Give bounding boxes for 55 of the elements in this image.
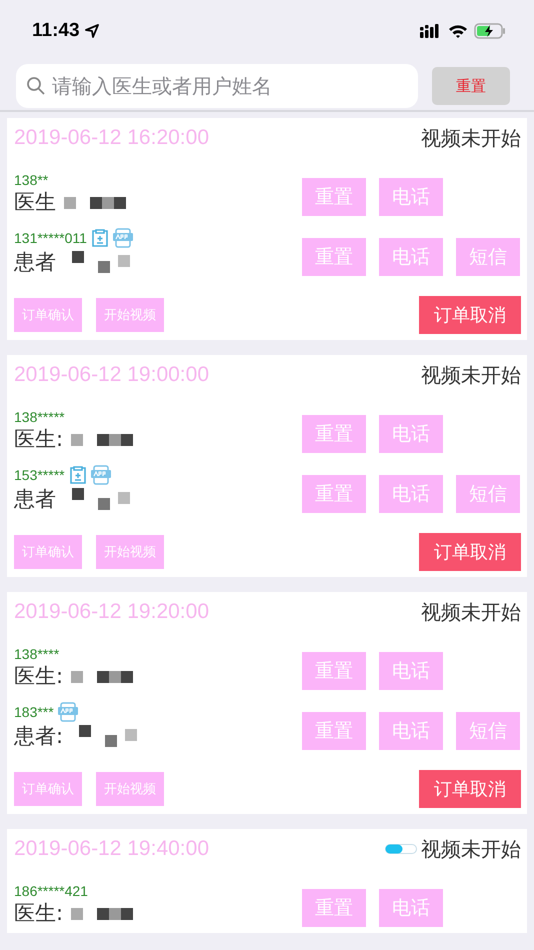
doctor-phone: 186*****421: [14, 883, 89, 899]
doctor-label: 医生: [14, 189, 56, 216]
order-time: 2019-06-12 19:00:00: [14, 363, 209, 387]
contact-button[interactable]: 电话: [379, 475, 443, 513]
start-video-button[interactable]: 开始视频: [96, 298, 164, 332]
contact-button[interactable]: 电话: [379, 178, 443, 216]
search-field[interactable]: 请输入医生或者用户姓名: [16, 64, 418, 108]
contact-button[interactable]: 重置: [302, 238, 366, 276]
patient-label: 患者: [14, 249, 56, 276]
doctor-label: 医生:: [14, 900, 64, 927]
contact-button[interactable]: 短信: [456, 712, 520, 750]
contact-button[interactable]: 电话: [379, 238, 443, 276]
contact-button[interactable]: 重置: [302, 652, 366, 690]
cancel-order-button[interactable]: 订单取消: [419, 533, 521, 571]
battery-charging-icon: [474, 23, 506, 39]
contact-button[interactable]: 重置: [302, 475, 366, 513]
patient-label: 患者: [14, 486, 56, 513]
confirm-order-button[interactable]: 订单确认: [14, 535, 82, 569]
doctor-phone: 138*****: [14, 409, 66, 425]
contact-button[interactable]: 重置: [302, 178, 366, 216]
wifi-icon: [448, 24, 468, 38]
search-icon: [26, 76, 46, 96]
contact-button[interactable]: 电话: [379, 889, 443, 927]
doctor-label: 医生:: [14, 663, 64, 690]
doctor-label: 医生:: [14, 426, 64, 453]
contact-button[interactable]: 重置: [302, 889, 366, 927]
order-time: 2019-06-12 19:40:00: [14, 837, 209, 861]
video-status: 视频未开始: [421, 836, 521, 862]
contact-button[interactable]: 电话: [379, 712, 443, 750]
video-status: 视频未开始: [421, 124, 521, 152]
patient-phone: 131*****011: [14, 230, 87, 246]
start-video-button[interactable]: 开始视频: [96, 772, 164, 806]
cancel-order-button[interactable]: 订单取消: [419, 770, 521, 808]
order-time: 2019-06-12 16:20:00: [14, 126, 209, 150]
contact-button[interactable]: 短信: [456, 475, 520, 513]
patient-phone: 183***: [14, 704, 54, 720]
patient-label: 患者:: [14, 723, 64, 750]
doctor-phone: 138****: [14, 646, 60, 662]
confirm-order-button[interactable]: 订单确认: [14, 772, 82, 806]
start-video-button[interactable]: 开始视频: [96, 535, 164, 569]
contact-button[interactable]: 重置: [302, 712, 366, 750]
contact-button[interactable]: 重置: [302, 415, 366, 453]
contact-button[interactable]: 电话: [379, 415, 443, 453]
video-status: 视频未开始: [421, 362, 521, 388]
cancel-order-button[interactable]: 订单取消: [419, 296, 521, 334]
doctor-phone: 138**: [14, 172, 50, 188]
clock-time: 11:43: [32, 20, 80, 42]
confirm-order-button[interactable]: 订单确认: [14, 298, 82, 332]
patient-phone: 153*****: [14, 467, 65, 483]
order-time: 2019-06-12 19:20:00: [14, 600, 209, 624]
contact-button[interactable]: 短信: [456, 238, 520, 276]
video-status: 视频未开始: [421, 598, 521, 626]
reset-button[interactable]: 重置: [432, 67, 510, 105]
contact-button[interactable]: 电话: [379, 652, 443, 690]
location-arrow-icon: [84, 24, 99, 38]
